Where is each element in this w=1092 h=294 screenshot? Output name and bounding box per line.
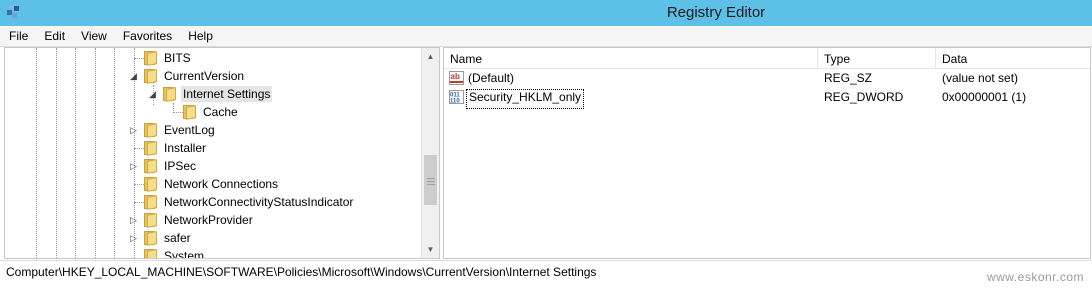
folder-icon bbox=[142, 213, 158, 228]
folder-icon bbox=[181, 105, 197, 120]
expand-arrow-icon[interactable]: ▷ bbox=[129, 234, 138, 243]
current-key-path: Computer\HKEY_LOCAL_MACHINE\SOFTWARE\Pol… bbox=[6, 265, 597, 279]
tree-item-label: safer bbox=[164, 231, 191, 245]
value-type: REG_SZ bbox=[824, 71, 873, 85]
tree-item-label: IPSec bbox=[164, 159, 197, 173]
column-header-type[interactable]: Type bbox=[818, 48, 936, 68]
menu-view[interactable]: View bbox=[72, 26, 114, 46]
tree-item-label: Cache bbox=[203, 105, 238, 119]
menu-bar: File Edit View Favorites Help bbox=[0, 26, 1092, 47]
value-row-default[interactable]: ab (Default) REG_SZ (value not set) bbox=[444, 69, 1090, 87]
folder-open-icon bbox=[161, 87, 177, 102]
expand-arrow-icon[interactable]: ▷ bbox=[129, 162, 138, 171]
title-bar: Registry Editor bbox=[0, 0, 1092, 26]
tree-guide-line bbox=[114, 48, 115, 258]
tree-item-networkconnectivitystatusindicator[interactable]: NetworkConnectivityStatusIndicator bbox=[142, 193, 355, 211]
tree-item-label: System bbox=[164, 249, 205, 259]
folder-icon bbox=[142, 159, 158, 174]
tree-item-bits[interactable]: BITS bbox=[142, 49, 193, 67]
value-type: REG_DWORD bbox=[824, 90, 904, 104]
folder-icon bbox=[142, 231, 158, 246]
window-title: Registry Editor bbox=[666, 4, 766, 21]
collapse-arrow-icon[interactable]: ◢ bbox=[129, 72, 138, 81]
watermark: www.eskonr.com bbox=[986, 270, 1084, 284]
tree-item-label: NetworkProvider bbox=[164, 213, 253, 227]
tree-item-safer[interactable]: ▷ safer bbox=[130, 229, 193, 247]
tree-guide-line bbox=[36, 48, 37, 258]
tree-item-label: Installer bbox=[164, 141, 207, 155]
svg-text:110: 110 bbox=[450, 99, 460, 105]
tree-item-label: EventLog bbox=[164, 123, 215, 137]
folder-icon bbox=[142, 195, 158, 210]
menu-help[interactable]: Help bbox=[179, 26, 220, 46]
folder-icon bbox=[142, 249, 158, 258]
column-header-name[interactable]: Name bbox=[444, 48, 818, 68]
tree-item-internet-settings[interactable]: ◢ Internet Settings bbox=[149, 85, 273, 103]
value-data: (value not set) bbox=[942, 71, 1019, 85]
expand-arrow-icon[interactable]: ▷ bbox=[129, 126, 138, 135]
folder-icon bbox=[142, 69, 158, 84]
expand-arrow-icon[interactable]: ▷ bbox=[129, 216, 138, 225]
tree-item-cache[interactable]: Cache bbox=[181, 103, 240, 121]
scrollbar-thumb[interactable]: — — — bbox=[424, 155, 437, 205]
tree-item-network-connections[interactable]: Network Connections bbox=[142, 175, 280, 193]
tree-item-system[interactable]: System bbox=[142, 247, 206, 259]
values-list-header: Name Type Data bbox=[444, 48, 1090, 69]
folder-icon bbox=[142, 123, 158, 138]
scroll-down-arrow-icon[interactable]: ▼ bbox=[422, 241, 439, 258]
tree-item-ipsec[interactable]: ▷ IPSec bbox=[130, 157, 198, 175]
tree-item-label: Internet Settings bbox=[181, 86, 273, 102]
menu-edit[interactable]: Edit bbox=[35, 26, 72, 46]
value-data: 0x00000001 (1) bbox=[942, 90, 1027, 104]
collapse-arrow-icon[interactable]: ◢ bbox=[148, 90, 157, 99]
values-list-pane[interactable]: Name Type Data ab (Default) REG_SZ (valu… bbox=[443, 47, 1091, 259]
column-header-data[interactable]: Data bbox=[936, 48, 1090, 68]
tree-item-networkprovider[interactable]: ▷ NetworkProvider bbox=[130, 211, 255, 229]
tree-item-eventlog[interactable]: ▷ EventLog bbox=[130, 121, 217, 139]
menu-favorites[interactable]: Favorites bbox=[114, 26, 179, 46]
tree-item-currentversion[interactable]: ◢ CurrentVersion bbox=[130, 67, 246, 85]
tree-guide-line bbox=[75, 48, 76, 258]
tree-vertical-scrollbar[interactable]: ▲ — — — ▼ bbox=[421, 48, 439, 258]
value-row-security-hklm-only[interactable]: 011 110 Security_HKLM_only REG_DWORD 0x0… bbox=[444, 88, 1090, 109]
value-name: Security_HKLM_only bbox=[466, 89, 585, 109]
key-tree-pane[interactable]: BITS ◢ CurrentVersion ◢ Internet Setting… bbox=[4, 47, 440, 259]
string-value-icon: ab bbox=[449, 71, 464, 85]
scroll-up-arrow-icon[interactable]: ▲ bbox=[422, 48, 439, 65]
tree-item-label: BITS bbox=[164, 51, 191, 65]
binary-value-icon: 011 110 bbox=[449, 90, 464, 104]
tree-guide-line bbox=[56, 48, 57, 258]
grip-icon: — — — bbox=[427, 174, 435, 189]
svg-text:ab: ab bbox=[451, 72, 460, 81]
menu-file[interactable]: File bbox=[0, 26, 35, 46]
value-name: (Default) bbox=[468, 71, 515, 85]
tree-item-label: CurrentVersion bbox=[164, 69, 245, 83]
folder-icon bbox=[142, 141, 158, 156]
tree-item-label: NetworkConnectivityStatusIndicator bbox=[164, 195, 354, 209]
status-bar: Computer\HKEY_LOCAL_MACHINE\SOFTWARE\Pol… bbox=[0, 260, 1092, 283]
tree-guide-line bbox=[95, 48, 96, 258]
tree-item-label: Network Connections bbox=[164, 177, 279, 191]
folder-icon bbox=[142, 51, 158, 66]
folder-icon bbox=[142, 177, 158, 192]
tree-item-installer[interactable]: Installer bbox=[142, 139, 208, 157]
